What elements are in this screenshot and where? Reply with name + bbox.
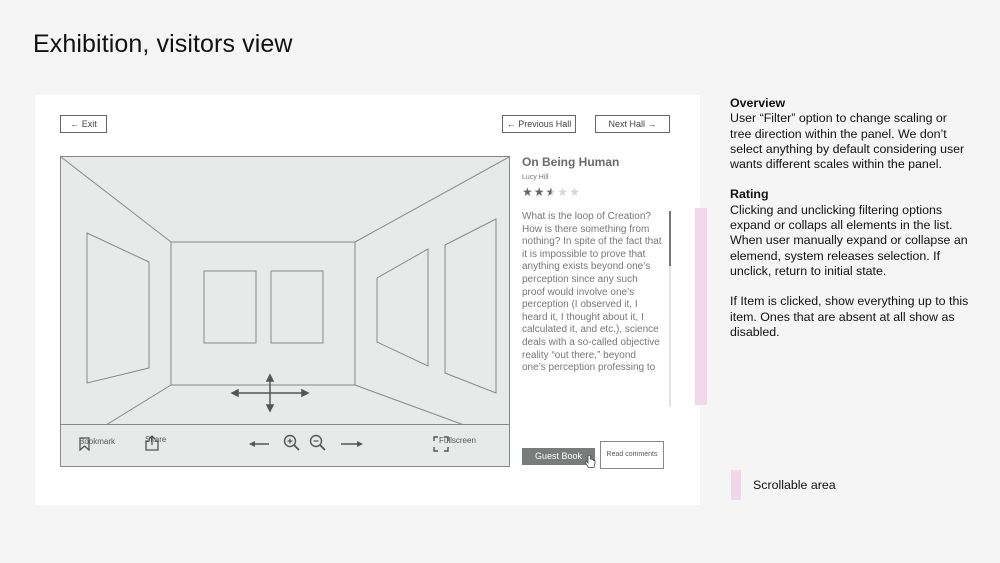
star-rating[interactable]: ★★★★★ (522, 185, 672, 199)
arrow-left-icon[interactable] (248, 439, 270, 449)
page-title: Exhibition, visitors view (33, 30, 293, 58)
description-scrollbar-thumb[interactable] (669, 211, 671, 266)
overview-heading: Overview (730, 96, 786, 110)
painting-right-wall-far (444, 218, 497, 394)
share-icon (145, 435, 159, 451)
star-empty-icon[interactable]: ★ (569, 185, 581, 199)
item-click-text: If Item is clicked, show everything up t… (730, 294, 969, 339)
room-perspective-drawing (61, 157, 509, 425)
painting-left-wall (86, 232, 150, 384)
artwork-author: Lucy Hill (522, 174, 549, 181)
fullscreen-control[interactable]: Fullscreen (433, 436, 476, 452)
hand-cursor-icon (584, 455, 596, 468)
scrollable-area-indicator (695, 208, 707, 405)
scrollable-legend-swatch (731, 470, 741, 500)
bookmark-icon (79, 437, 90, 451)
star-icon[interactable]: ★ (534, 185, 546, 199)
star-empty-icon[interactable]: ★ (557, 185, 569, 199)
back-wall (170, 241, 356, 386)
zoom-out-icon[interactable] (309, 434, 327, 452)
scrollable-legend-label: Scrollable area (753, 478, 836, 492)
painting-back-left (203, 270, 257, 344)
description-scroll-area[interactable]: What is the loop of Creation? How is the… (522, 211, 662, 407)
exhibition-wireframe: ← Exit ← Previous Hall Next Hall → Bookm… (35, 95, 700, 505)
artwork-info: On Being Human Lucy Hill ★★★★★ (522, 155, 672, 199)
exhibition-room-viewer[interactable]: Bookmark Share Fullscreen (60, 156, 510, 467)
painting-back-right (270, 270, 324, 344)
read-comments-button[interactable]: Read comments (600, 441, 664, 469)
annotation-notes: Overview User “Filter” option to change … (730, 96, 970, 340)
pan-arrows-icon (230, 373, 310, 413)
exit-button[interactable]: ← Exit (60, 115, 107, 133)
share-control[interactable]: Share (145, 435, 166, 451)
painting-right-wall-near (376, 248, 429, 367)
half-star-icon[interactable]: ★ (546, 185, 558, 199)
bookmark-control[interactable]: Bookmark (79, 437, 115, 451)
arrow-right-icon[interactable] (340, 439, 364, 449)
artwork-title: On Being Human (522, 155, 620, 169)
star-icon[interactable]: ★ (522, 185, 534, 199)
rating-text: Clicking and unclicking filtering option… (730, 202, 968, 278)
viewer-toolbar: Bookmark Share Fullscreen (61, 424, 509, 466)
fullscreen-icon (433, 436, 449, 452)
zoom-in-icon[interactable] (283, 434, 301, 452)
previous-hall-button[interactable]: ← Previous Hall (502, 115, 576, 133)
next-hall-button[interactable]: Next Hall → (595, 115, 670, 133)
rating-heading: Rating (730, 187, 769, 202)
artwork-description: What is the loop of Creation? How is the… (522, 211, 662, 374)
overview-text: User “Filter” option to change scaling o… (730, 111, 965, 172)
